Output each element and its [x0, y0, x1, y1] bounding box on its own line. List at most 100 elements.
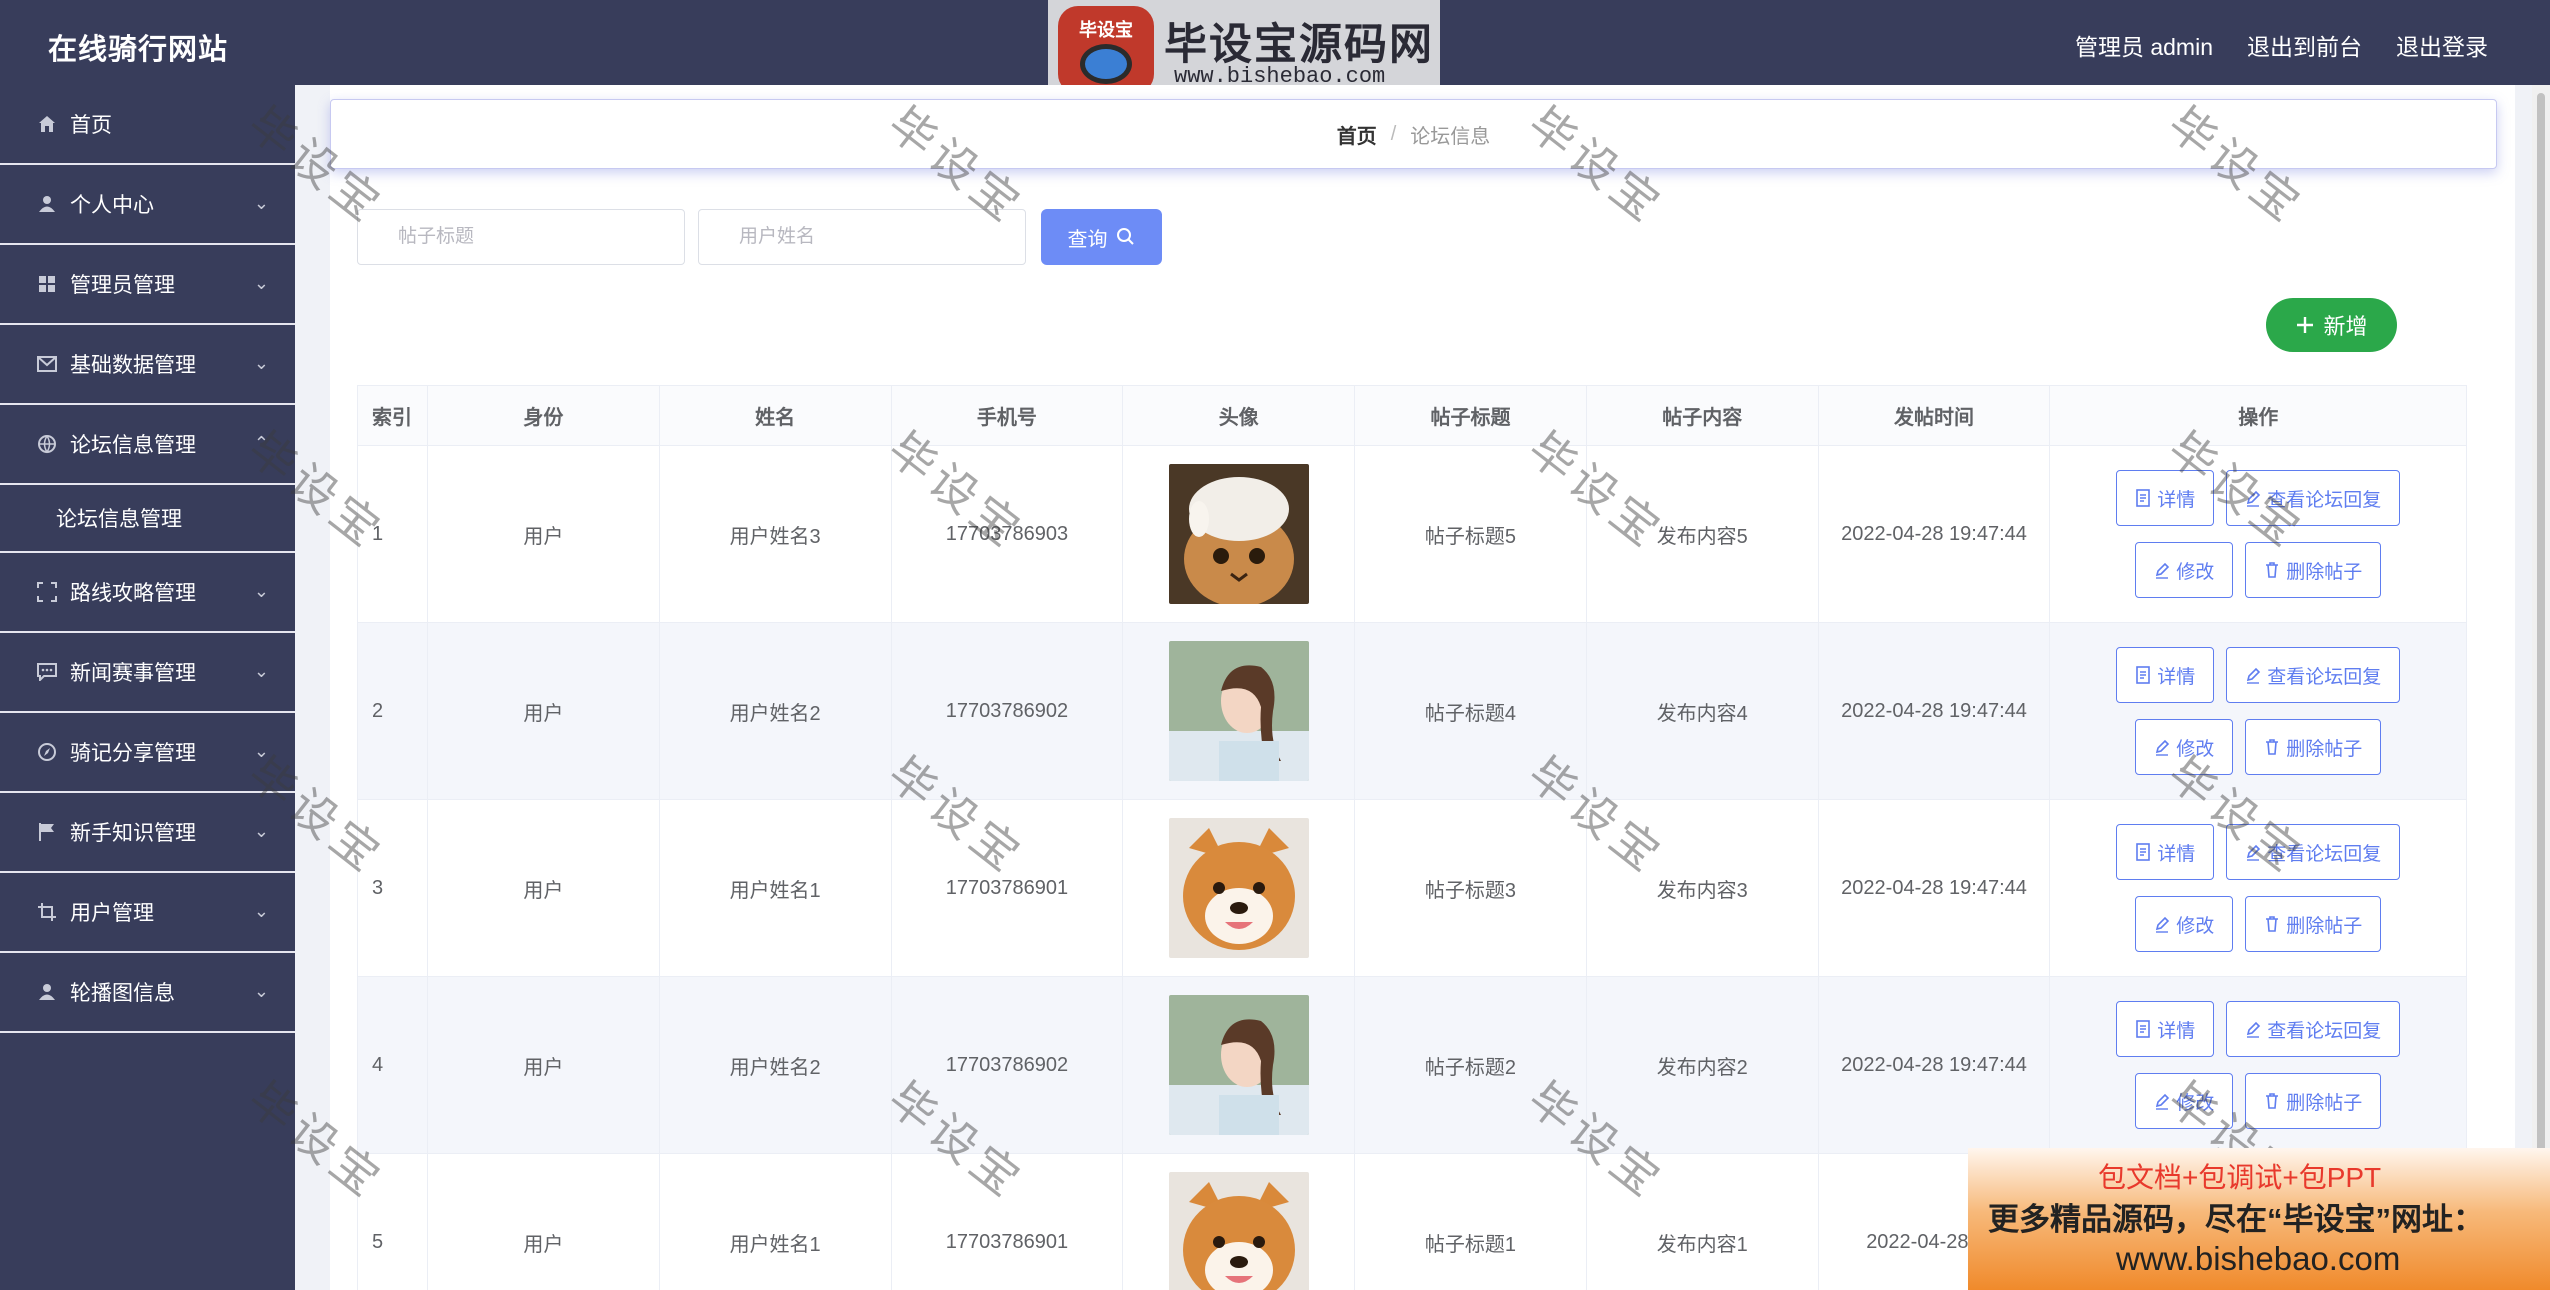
- delete-post-button[interactable]: 删除帖子: [2245, 542, 2382, 598]
- header-name: 姓名: [660, 386, 892, 445]
- delete-post-button[interactable]: 删除帖子: [2245, 719, 2382, 775]
- view-reply-button[interactable]: 查看论坛回复: [2226, 647, 2401, 703]
- detail-button[interactable]: 详情: [2116, 1001, 2215, 1057]
- detail-button[interactable]: 详情: [2116, 470, 2215, 526]
- avatar-image: [1168, 995, 1309, 1135]
- logo-badge-text: 毕设宝: [1079, 20, 1133, 40]
- user-name-search-input[interactable]: [698, 209, 1026, 265]
- breadcrumb: 首页 / 论坛信息: [330, 99, 2497, 169]
- logout-link[interactable]: 退出登录: [2396, 28, 2488, 62]
- sidebar-item-label: 新闻赛事管理: [70, 662, 196, 685]
- cell-post-time: 2022-04-28 19:47:44: [1819, 800, 2051, 976]
- cell-actions: 详情 查看论坛回复修改 删除帖子: [2050, 977, 2466, 1153]
- avatar-image: [1168, 818, 1309, 958]
- add-button-label: 新增: [2323, 314, 2368, 339]
- edit-button[interactable]: 修改: [2135, 896, 2234, 952]
- top-actions: 管理员 admin 退出到前台 退出登录: [2075, 28, 2488, 62]
- view-reply-button[interactable]: 查看论坛回复: [2226, 824, 2401, 880]
- chevron-down-icon: ⌄: [253, 581, 269, 601]
- cell-role: 用户: [428, 1154, 660, 1290]
- header-phone: 手机号: [892, 386, 1124, 445]
- edit-icon: [2247, 844, 2261, 861]
- detail-button-label: 详情: [2157, 489, 2196, 511]
- header-post-title: 帖子标题: [1355, 386, 1587, 445]
- trash-icon: [2266, 739, 2279, 755]
- sidebar-item-news[interactable]: 新闻赛事管理 ⌄: [0, 633, 295, 713]
- detail-button-label: 详情: [2157, 843, 2196, 865]
- user-icon: [36, 193, 58, 215]
- edit-icon: [2247, 490, 2261, 507]
- edit-button[interactable]: 修改: [2135, 542, 2234, 598]
- sidebar-item-personal[interactable]: 个人中心 ⌄: [0, 165, 295, 245]
- cell-post-content: 发布内容2: [1587, 977, 1819, 1153]
- view-reply-button[interactable]: 查看论坛回复: [2226, 1001, 2401, 1057]
- delete-post-button-label: 删除帖子: [2286, 738, 2363, 760]
- sidebar-item-forum[interactable]: 论坛信息管理 ⌃: [0, 405, 295, 485]
- document-icon: [2136, 489, 2151, 507]
- sidebar-item-basic-data[interactable]: 基础数据管理 ⌄: [0, 325, 295, 405]
- scrollbar-thumb[interactable]: [2537, 93, 2545, 1153]
- edit-icon: [2156, 1093, 2170, 1110]
- cell-phone: 17703786903: [892, 446, 1124, 622]
- mail-icon: [36, 353, 58, 375]
- edit-icon: [2156, 739, 2170, 756]
- view-reply-button[interactable]: 查看论坛回复: [2226, 470, 2401, 526]
- globe-icon: [36, 433, 58, 455]
- promo-line-2: 更多精品源码，尽在“毕设宝”网址：: [1988, 1202, 2484, 1237]
- sidebar-item-ride-share[interactable]: 骑记分享管理 ⌄: [0, 713, 295, 793]
- sidebar-item-beginner[interactable]: 新手知识管理 ⌄: [0, 793, 295, 873]
- compass-icon: [36, 741, 58, 763]
- sidebar-item-label: 基础数据管理: [70, 354, 196, 377]
- cell-phone: 17703786901: [892, 1154, 1124, 1290]
- logo-brand-text: 毕设宝源码网: [1164, 21, 1434, 69]
- promo-line-1: 包文档+包调试+包PPT: [2098, 1162, 2382, 1193]
- to-front-link[interactable]: 退出到前台: [2247, 28, 2362, 62]
- sidebar-item-home[interactable]: 首页: [0, 85, 295, 165]
- detail-button[interactable]: 详情: [2116, 824, 2215, 880]
- cell-post-title: 帖子标题2: [1355, 977, 1587, 1153]
- sidebar-item-carousel[interactable]: 轮播图信息 ⌄: [0, 953, 295, 1033]
- cell-actions: 详情 查看论坛回复修改 删除帖子: [2050, 800, 2466, 976]
- chevron-down-icon: ⌄: [253, 353, 269, 373]
- sidebar-item-label: 轮播图信息: [70, 982, 175, 1005]
- admin-user-label[interactable]: 管理员 admin: [2075, 28, 2213, 62]
- grid-icon: [36, 273, 58, 295]
- sidebar-item-route[interactable]: 路线攻略管理 ⌄: [0, 553, 295, 633]
- breadcrumb-current: 论坛信息: [1410, 125, 1491, 148]
- edit-button-label: 修改: [2176, 738, 2215, 760]
- query-button[interactable]: 查询: [1041, 209, 1162, 265]
- delete-post-button[interactable]: 删除帖子: [2245, 896, 2382, 952]
- avatar-image: [1168, 1172, 1309, 1290]
- avatar-image: [1168, 464, 1309, 604]
- sidebar-subitem-forum-manage[interactable]: 论坛信息管理: [0, 485, 295, 553]
- breadcrumb-home[interactable]: 首页: [1337, 120, 1377, 149]
- chevron-down-icon: ⌄: [253, 901, 269, 921]
- chevron-down-icon: ⌄: [253, 741, 269, 761]
- sidebar-item-users[interactable]: 用户管理 ⌄: [0, 873, 295, 953]
- table-row: 4 用户 用户姓名2 17703786902 帖子标题2 发布内容2 2022-04-28 …: [358, 977, 2466, 1154]
- edit-button[interactable]: 修改: [2135, 719, 2234, 775]
- cell-phone: 17703786902: [892, 623, 1124, 799]
- scrollbar[interactable]: [2532, 85, 2550, 1153]
- add-button[interactable]: 新增: [2266, 298, 2397, 352]
- detail-button[interactable]: 详情: [2116, 647, 2215, 703]
- delete-post-button[interactable]: 删除帖子: [2245, 1073, 2382, 1129]
- user-icon: [36, 981, 58, 1003]
- sidebar-subitem-label: 论坛信息管理: [56, 508, 182, 531]
- post-title-search-input[interactable]: [357, 209, 685, 265]
- cell-index: 2: [358, 623, 428, 799]
- header-avatar: 头像: [1123, 386, 1356, 445]
- home-icon: [36, 113, 58, 135]
- cell-avatar: [1123, 977, 1356, 1153]
- chevron-down-icon: ⌄: [253, 661, 269, 681]
- query-button-label: 查询: [1067, 228, 1108, 251]
- edit-button[interactable]: 修改: [2135, 1073, 2234, 1129]
- edit-icon: [2247, 667, 2261, 684]
- logo-badge: 毕设宝: [1058, 6, 1154, 94]
- cell-phone: 17703786902: [892, 977, 1124, 1153]
- header-index: 索引: [358, 386, 428, 445]
- sidebar-item-admin[interactable]: 管理员管理 ⌄: [0, 245, 295, 325]
- app-title: 在线骑行网站: [48, 34, 229, 66]
- trash-icon: [2266, 1093, 2279, 1109]
- cell-name: 用户姓名2: [660, 977, 892, 1153]
